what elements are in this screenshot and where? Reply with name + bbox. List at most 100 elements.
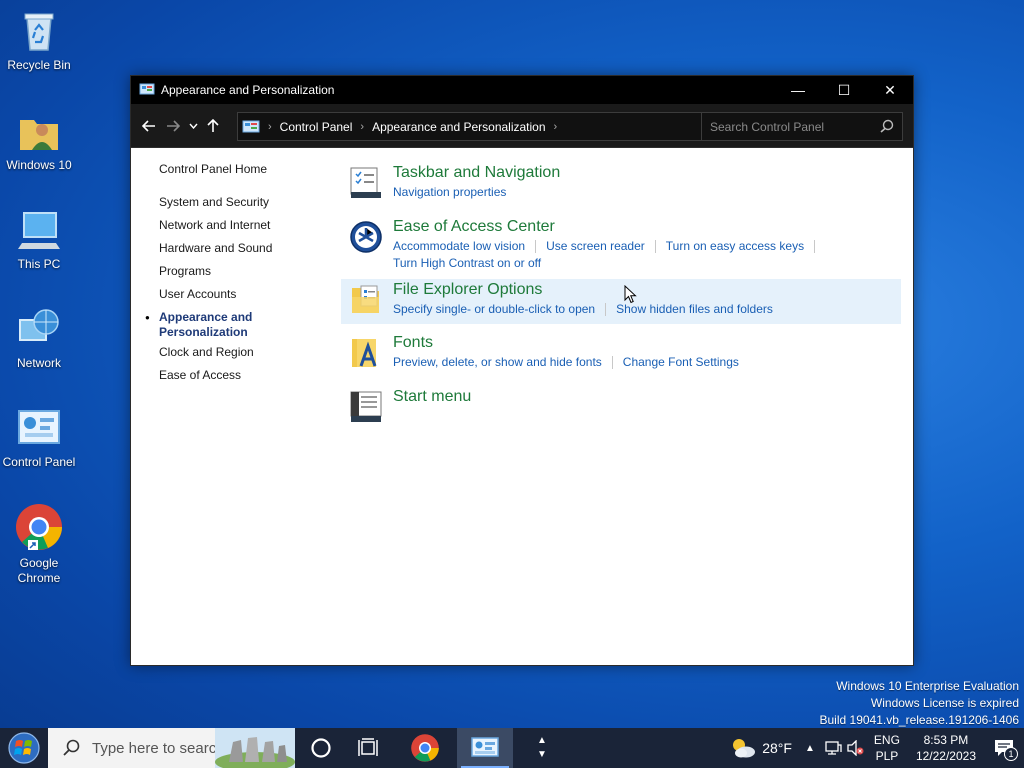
nav-appearance-personalization-active[interactable]: Appearance and Personalization xyxy=(145,310,269,345)
search-highlight-image-icon xyxy=(215,728,295,768)
category-title[interactable]: Fonts xyxy=(393,332,905,354)
mouse-cursor-icon xyxy=(624,285,637,304)
input-language-indicator[interactable]: ENG PLP xyxy=(866,728,908,768)
breadcrumb-separator: › xyxy=(360,120,365,133)
link-change-font-settings[interactable]: Change Font Settings xyxy=(623,355,739,369)
search-icon[interactable] xyxy=(880,119,894,133)
start-button[interactable] xyxy=(0,728,48,768)
user-folder-icon xyxy=(16,108,62,154)
breadcrumb-appearance[interactable]: Appearance and Personalization xyxy=(372,120,545,134)
search-input[interactable] xyxy=(710,119,875,134)
nav-programs[interactable]: Programs xyxy=(159,264,339,287)
taskbar-control-panel-button[interactable] xyxy=(457,728,513,768)
desktop-icon-control-panel[interactable]: Control Panel xyxy=(0,405,78,470)
desktop-icon-chrome[interactable]: Google Chrome xyxy=(0,502,78,586)
category-title[interactable]: Start menu xyxy=(393,386,905,408)
up-arrow-icon[interactable] xyxy=(201,112,225,140)
notification-count-badge: 1 xyxy=(1004,747,1018,761)
recent-locations-chevron-icon[interactable] xyxy=(185,112,201,140)
chevron-up-icon[interactable]: ▲ xyxy=(537,734,547,748)
search-box[interactable] xyxy=(701,112,903,141)
category-title[interactable]: Taskbar and Navigation xyxy=(393,162,905,184)
watermark-build: Build 19041.vb_release.191206-1406 xyxy=(819,713,1020,727)
control-panel-home-link[interactable]: Control Panel Home xyxy=(159,162,339,176)
back-arrow-icon[interactable] xyxy=(137,112,161,140)
control-panel-window: Appearance and Personalization — ☐ ✕ › C… xyxy=(130,75,914,666)
taskbar: ▲ ▼ 28°F ▲ ENG xyxy=(0,728,1024,768)
start-menu-icon xyxy=(350,391,382,422)
folder-options-icon xyxy=(352,285,379,313)
taskbar-search-icon xyxy=(63,739,80,756)
volume-muted-icon[interactable] xyxy=(844,728,866,768)
recycle-bin-icon xyxy=(16,8,62,54)
forward-arrow-icon[interactable] xyxy=(161,112,185,140)
weather-widget[interactable]: 28°F xyxy=(724,728,798,768)
category-file-explorer-options: File Explorer Options Specify single- or… xyxy=(341,279,901,324)
taskbar-search-input[interactable] xyxy=(92,739,222,757)
keyboard-layout-code: PLP xyxy=(875,749,899,763)
close-button[interactable]: ✕ xyxy=(867,76,913,104)
computer-icon xyxy=(16,207,62,253)
link-easy-access-keys[interactable]: Turn on easy access keys xyxy=(666,239,804,253)
windows-orb-icon xyxy=(8,732,40,764)
maximize-button[interactable]: ☐ xyxy=(821,76,867,104)
language-code: ENG xyxy=(873,733,900,747)
desktop-icon-this-pc[interactable]: This PC xyxy=(0,207,78,272)
cortana-button[interactable] xyxy=(297,728,345,768)
link-navigation-properties[interactable]: Navigation properties xyxy=(393,185,506,199)
nav-system-security[interactable]: System and Security xyxy=(159,195,339,218)
desktop-icon-label: This PC xyxy=(17,257,61,271)
category-fonts: Fonts Preview, delete, or show and hide … xyxy=(345,332,905,378)
link-preview-fonts[interactable]: Preview, delete, or show and hide fonts xyxy=(393,355,602,369)
cortana-circle-icon xyxy=(311,738,331,758)
breadcrumb-control-panel[interactable]: Control Panel xyxy=(280,120,353,134)
weather-partly-cloudy-icon xyxy=(733,739,756,758)
control-panel-icon xyxy=(471,737,499,757)
chevron-down-icon[interactable]: ▼ xyxy=(537,748,547,762)
link-show-hidden-files[interactable]: Show hidden files and folders xyxy=(616,302,773,316)
category-title[interactable]: File Explorer Options xyxy=(393,279,901,301)
show-hidden-icons-button[interactable]: ▲ xyxy=(798,728,822,768)
control-panel-icon xyxy=(16,405,62,451)
link-divider xyxy=(654,240,656,254)
link-high-contrast[interactable]: Turn High Contrast on or off xyxy=(393,256,541,270)
taskbar-chrome-button[interactable] xyxy=(401,728,449,768)
system-tray: 28°F ▲ ENG PLP 8:53 PM 12/22/2023 1 xyxy=(724,728,1024,768)
link-divider xyxy=(605,303,607,317)
nav-ease-of-access[interactable]: Ease of Access xyxy=(159,368,339,391)
link-accommodate-low-vision[interactable]: Accommodate low vision xyxy=(393,239,525,253)
nav-clock-region[interactable]: Clock and Region xyxy=(159,345,339,368)
link-single-double-click[interactable]: Specify single- or double-click to open xyxy=(393,302,595,316)
desktop-icon-windows10[interactable]: Windows 10 xyxy=(0,108,78,173)
navigation-bar: › Control Panel › Appearance and Persona… xyxy=(131,104,913,148)
title-bar[interactable]: Appearance and Personalization — ☐ ✕ xyxy=(131,76,913,104)
clock-date: 12/22/2023 xyxy=(915,749,976,763)
clock[interactable]: 8:53 PM 12/22/2023 xyxy=(908,728,984,768)
window-title: Appearance and Personalization xyxy=(161,83,335,97)
desktop-icon-recycle-bin[interactable]: Recycle Bin xyxy=(0,8,78,73)
action-center-button[interactable]: 1 xyxy=(984,728,1024,768)
desktop-icon-network[interactable]: Network xyxy=(0,306,78,371)
minimize-button[interactable]: — xyxy=(775,76,821,104)
link-divider xyxy=(535,240,537,254)
link-use-screen-reader[interactable]: Use screen reader xyxy=(546,239,645,253)
control-panel-small-icon xyxy=(139,83,155,95)
control-panel-breadcrumb-icon xyxy=(242,120,260,132)
category-title[interactable]: Ease of Access Center xyxy=(393,216,905,238)
nav-network-internet[interactable]: Network and Internet xyxy=(159,218,339,241)
network-tray-icon[interactable] xyxy=(822,728,844,768)
taskbar-icon xyxy=(350,167,381,198)
nav-hardware-sound[interactable]: Hardware and Sound xyxy=(159,241,339,264)
ease-of-access-icon xyxy=(350,221,382,253)
fonts-icon xyxy=(352,339,377,367)
task-view-icon xyxy=(358,738,378,756)
link-divider xyxy=(814,240,816,254)
taskbar-search-box[interactable] xyxy=(48,728,295,768)
taskbar-scroll-arrows[interactable]: ▲ ▼ xyxy=(535,728,549,768)
nav-user-accounts[interactable]: User Accounts xyxy=(159,287,339,310)
breadcrumb-separator: › xyxy=(553,120,558,133)
desktop-icon-label: Windows 10 xyxy=(6,158,72,172)
task-view-button[interactable] xyxy=(345,728,393,768)
watermark-license: Windows License is expired xyxy=(870,696,1019,710)
category-start-menu: Start menu xyxy=(345,386,905,426)
